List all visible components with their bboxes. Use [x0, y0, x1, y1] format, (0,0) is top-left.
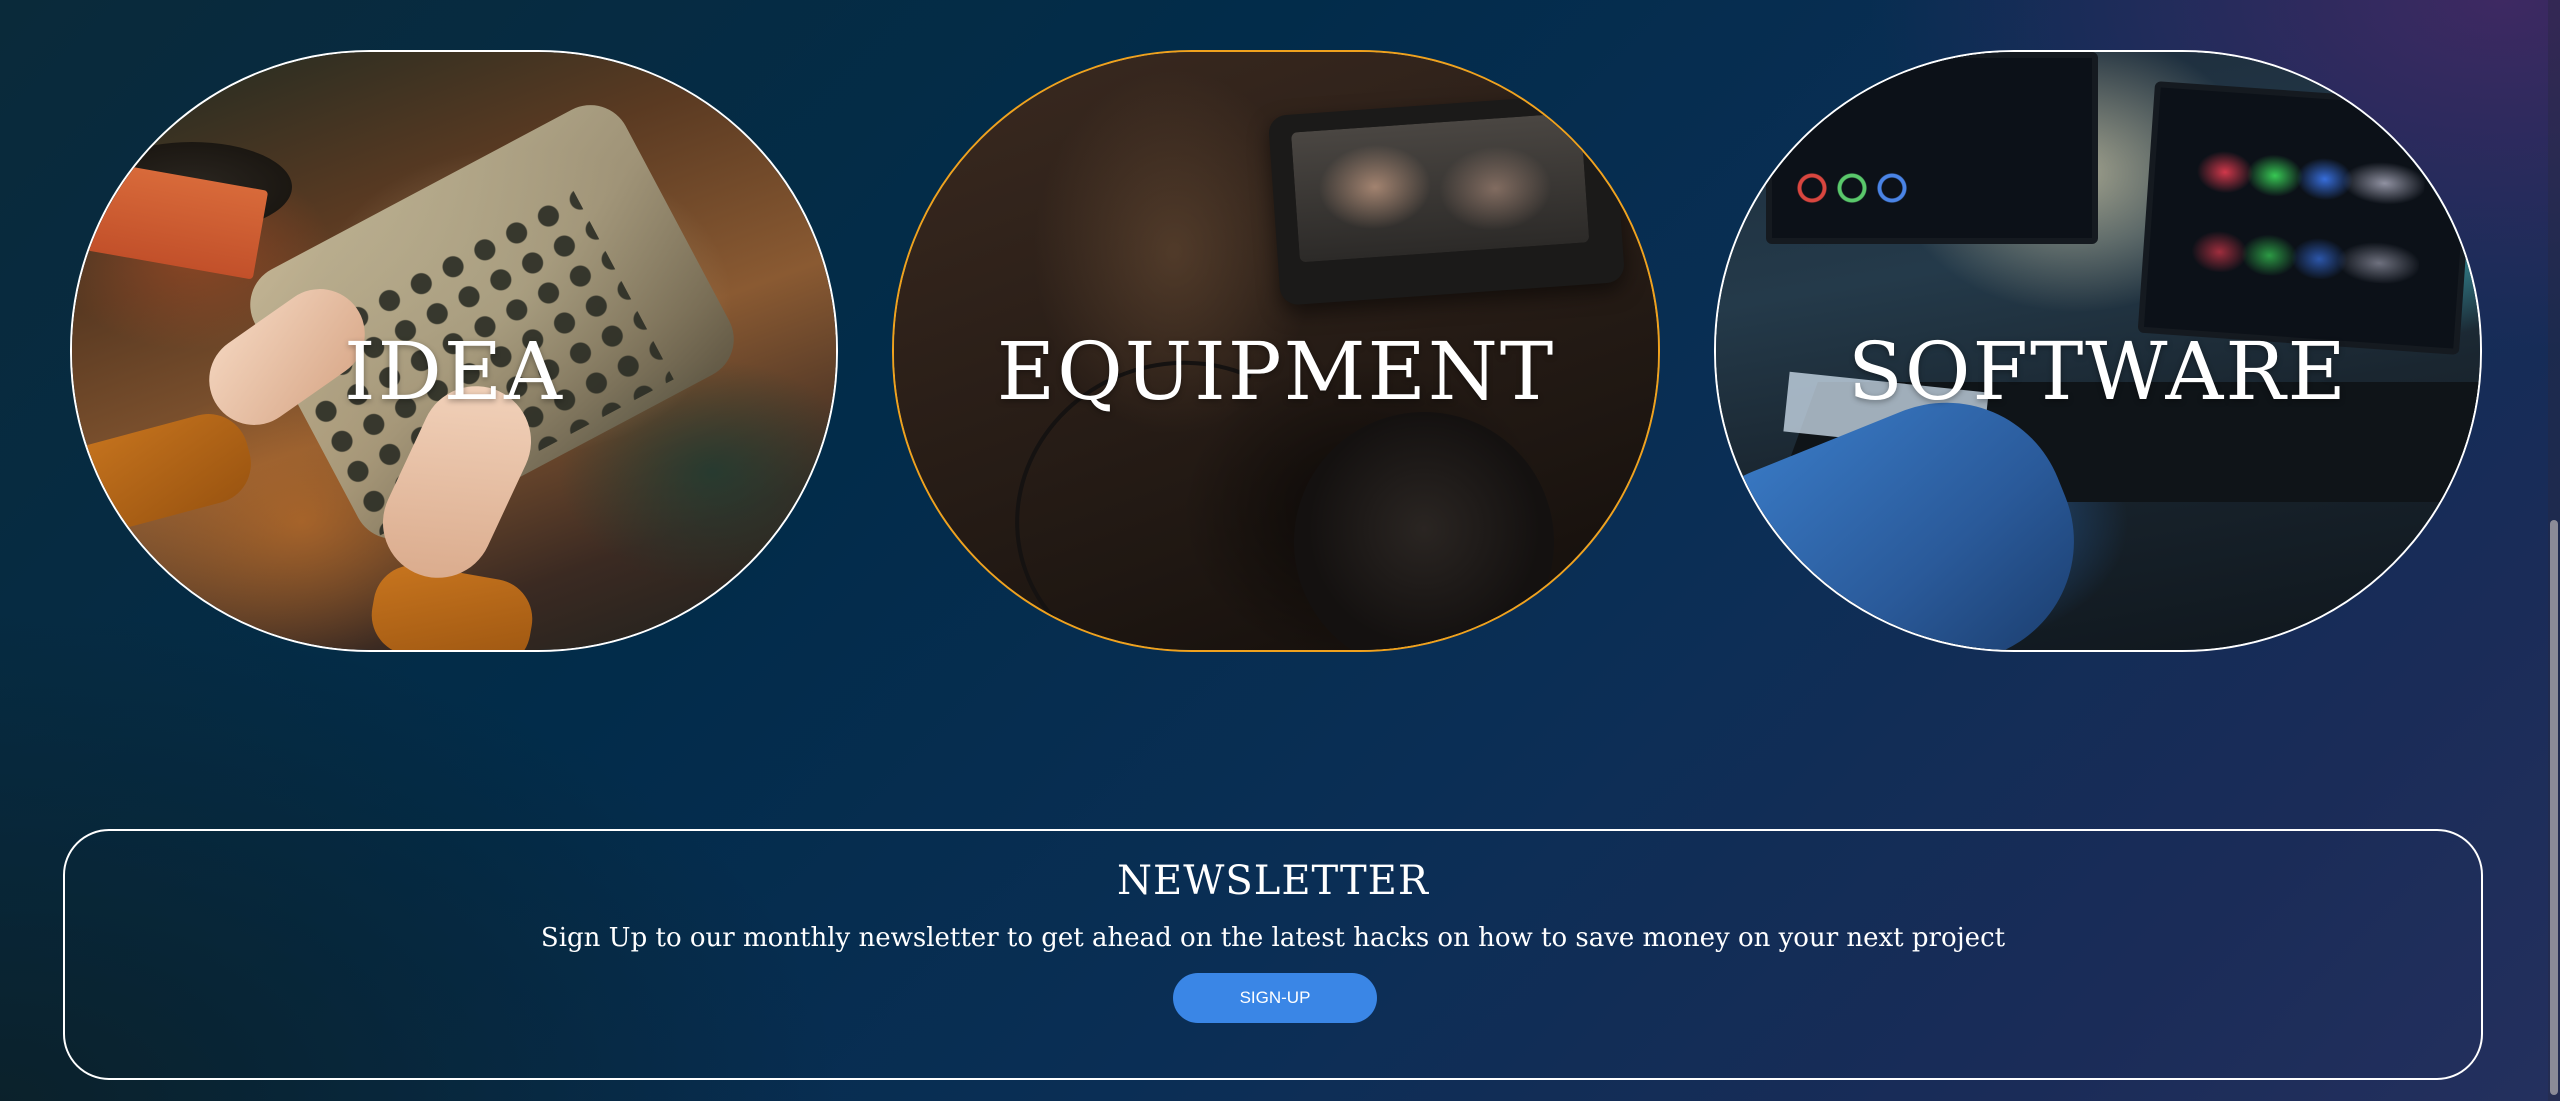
card-software[interactable]: SOFTWARE [1714, 50, 2482, 652]
card-equipment[interactable]: EQUIPMENT [892, 50, 1660, 652]
sign-up-button[interactable]: SIGN-UP [1173, 973, 1377, 1023]
card-title-equipment: EQUIPMENT [996, 325, 1556, 418]
newsletter-title: NEWSLETTER [1117, 858, 1429, 904]
card-idea[interactable]: IDEA [70, 50, 838, 652]
newsletter-description: Sign Up to our monthly newsletter to get… [540, 923, 2006, 953]
card-title-idea: IDEA [344, 325, 564, 418]
scrollbar-thumb[interactable] [2550, 520, 2558, 1095]
newsletter-box: NEWSLETTER Sign Up to our monthly newsle… [63, 829, 2483, 1080]
scrollbar[interactable] [2548, 0, 2560, 1101]
card-title-software: SOFTWARE [1848, 325, 2348, 418]
